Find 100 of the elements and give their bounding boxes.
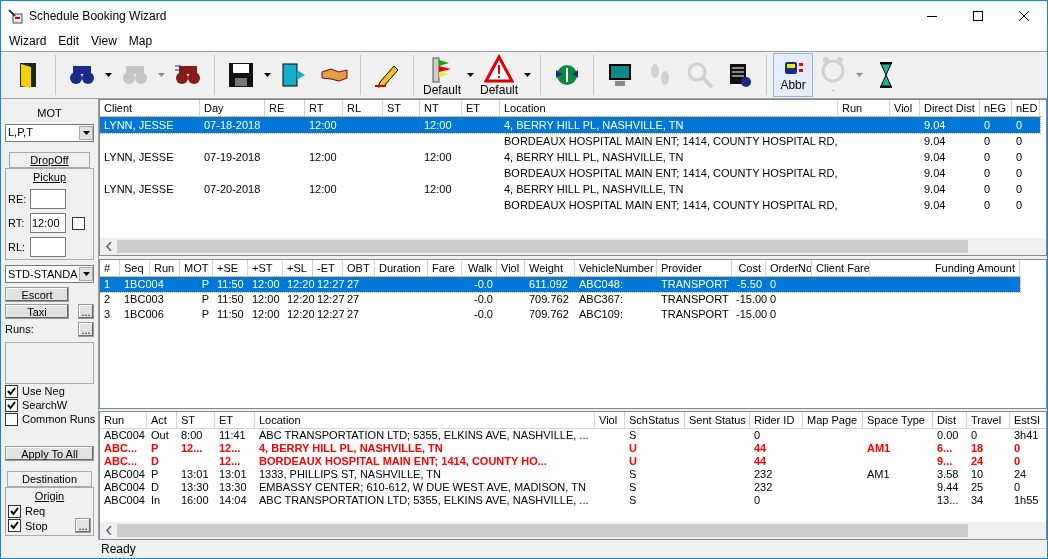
table-cell: 9.04 [924, 167, 946, 179]
table-cell: BORDEAUX HOSPITAL MAIN ENT; 1414, COUNTY HOSPITAL RD, [504, 167, 838, 179]
checkbox-label[interactable]: Stop [25, 518, 48, 533]
table-cell: 6... [937, 442, 953, 454]
menu-item[interactable]: Map [122, 32, 159, 50]
checkbox-label[interactable]: Req [25, 504, 46, 518]
table-row[interactable]: 1 1BC004 P 11:50 12:00 12:20 12:27 27 -0.0 611.092 ABC048: TRANSPORT -5.50 0 [100, 277, 1020, 292]
table-cell: 1h55 [1014, 494, 1039, 506]
checkbox[interactable] [5, 398, 18, 412]
column-header[interactable]: Dist [933, 412, 967, 429]
checkbox[interactable] [72, 216, 85, 230]
table-cell: -15.00 [736, 293, 768, 305]
table-cell: 709.762 [529, 308, 569, 320]
table-cell: P [151, 442, 159, 454]
table-row[interactable]: ABC... P 12... 12... 4, BERRY HILL PL, NASHVILLE, TN U 44 AM1 6... 18 0 [100, 442, 1046, 455]
table-row[interactable]: LYNN, JESSE 07-20-2018 12:00 12:00 4, BERRY HILL PL, NASHVILLE, TN 9.04 0 0 [100, 181, 1040, 197]
dropdown-arrow[interactable] [102, 73, 115, 77]
table-cell: P [151, 468, 159, 480]
table-row[interactable]: BORDEAUX HOSPITAL MAIN ENT; 1414, COUNTY HOSPITAL RD, 9.04 0 0 [100, 197, 1040, 213]
table-cell: LYNN, JESSE [104, 183, 174, 195]
table-row[interactable]: ABC004 Out 8:00 11:41 ABC TRANSPORTATION LTD; 5355, ELKINS AVE, NASHVILLE, ... S 0 0.00 0 3h41 [100, 429, 1046, 442]
checkbox[interactable] [8, 504, 21, 518]
column-header[interactable]: Location [255, 412, 595, 429]
column-header[interactable]: SchStatus [625, 412, 685, 429]
rt-field[interactable]: 12:00 [30, 213, 66, 233]
column-header[interactable]: Travel [967, 412, 1010, 429]
mot-dropdown[interactable]: L,P,T [5, 123, 94, 142]
checkbox-label[interactable]: SearchW [22, 398, 68, 412]
table-cell: 13:01 [181, 468, 209, 480]
table-cell: AM1 [867, 468, 890, 480]
table-cell: AM1 [867, 442, 891, 454]
column-header[interactable]: ET [215, 412, 255, 429]
magnifier-icon [685, 60, 716, 90]
table-cell: BORDEAUX HOSPITAL MAIN ENT; 1414, COUNTY HOSPITAL RD, [504, 199, 838, 211]
table-row[interactable]: ABC... D 12... BORDEAUX HOSPITAL MAIN ENT; 1414, COUNTY HO... U 44 9... 24 0 [100, 455, 1046, 468]
table-row[interactable]: LYNN, JESSE 07-19-2018 12:00 12:00 4, BERRY HILL PL, NASHVILLE, TN 9.04 0 0 [100, 149, 1040, 165]
column-header[interactable]: Map Page [803, 412, 863, 429]
table-row[interactable]: BORDEAUX HOSPITAL MAIN ENT; 1414, COUNTY HOSPITAL RD, 9.04 0 0 [100, 165, 1040, 181]
table-row[interactable]: ABC004 D 13:30 13:30 EMBASSY CENTER; 610-612, W DUE WEST AVE, MADISON, TN S 232 9.44 25 0 [100, 481, 1046, 494]
caret-icon [524, 73, 532, 77]
table-cell: P [201, 293, 209, 305]
table-cell: ABC109: [579, 308, 624, 320]
dropdown-arrow[interactable] [261, 73, 274, 77]
checkbox-label[interactable]: Use Neg [22, 384, 65, 398]
table-cell: 16:00 [181, 494, 209, 506]
toolbar-button[interactable]: Default [420, 53, 465, 97]
menu-item[interactable]: Edit [52, 32, 86, 50]
checkbox[interactable] [8, 519, 21, 532]
checkbox-label[interactable]: Common Runs [22, 412, 96, 426]
toolbar-button[interactable]: Abbr [773, 53, 814, 97]
table-row[interactable]: ABC004 P 13:01 13:01 1333, PHILLIPS ST, NASHVILLE, TN S 232 AM1 3.58 10 24 [100, 468, 1046, 481]
apply-to-all-button[interactable]: Apply To All [5, 445, 94, 461]
checkbox[interactable] [5, 384, 18, 398]
tab[interactable]: Pickup [33, 169, 66, 184]
more-button[interactable]: ... [75, 518, 91, 533]
table-cell: 25 [971, 481, 984, 493]
tab[interactable]: DropOff [9, 151, 90, 168]
re-field[interactable] [30, 189, 66, 209]
column-header[interactable]: Rider ID [750, 412, 803, 429]
toolbar-button[interactable]: Default [477, 53, 522, 97]
table-cell: 0 [1014, 442, 1021, 454]
table-cell: 12:00 [309, 151, 337, 163]
horizontal-scrollbar[interactable] [100, 522, 1046, 539]
table-cell: 232 [754, 481, 773, 493]
horizontal-scrollbar[interactable] [100, 238, 1046, 255]
tab[interactable]: Destination [7, 470, 92, 487]
column-header[interactable]: Act [147, 412, 177, 429]
table-row[interactable]: ABC004 In 16:00 14:04 ABC TRANSPORTATION LTD; 5355, ELKINS AVE, NASHVILLE, ... S 0 13... 34 1h55 [100, 494, 1046, 507]
rl-field[interactable] [30, 237, 66, 257]
table-cell: 12:27 [317, 308, 345, 320]
more-button[interactable]: ... [78, 321, 94, 337]
table-row[interactable]: BORDEAUX HOSPITAL MAIN ENT; 1414, COUNTY HOSPITAL RD, 9.04 0 0 [100, 133, 1040, 149]
column-header[interactable]: Viol [595, 412, 625, 429]
column-header[interactable]: Space Type [863, 412, 933, 429]
menu-item[interactable]: Wizard [3, 32, 53, 50]
table-row[interactable]: 2 1BC003 P 11:50 12:00 12:20 12:27 27 -0.0 709.762 ABC367: TRANSPORT -15.00 0 [100, 292, 1020, 307]
space-dropdown[interactable]: STD-STANDA [5, 265, 94, 283]
table-cell: P [201, 278, 209, 290]
table-cell: 9.04 [924, 199, 946, 211]
column-header[interactable]: Sent Status [685, 412, 750, 429]
scrollbar-thumb[interactable] [117, 524, 969, 537]
column-header[interactable]: EstSl [1010, 412, 1046, 429]
column-header[interactable]: ST [177, 412, 215, 429]
table-cell: 12:00 [424, 119, 452, 131]
table-cell: -0.0 [474, 278, 493, 290]
caret-icon [82, 272, 90, 276]
table-cell: 13... [937, 494, 959, 506]
table-row[interactable]: LYNN, JESSE 07-18-2018 12:00 12:00 4, BERRY HILL PL, NASHVILLE, TN 9.04 0 0 [100, 117, 1040, 133]
scrollbar-thumb[interactable] [117, 240, 969, 253]
more-button[interactable]: ... [78, 304, 94, 319]
menu-item[interactable]: View [85, 32, 123, 50]
column-header[interactable]: Run [100, 412, 147, 429]
table-cell: In [151, 494, 161, 506]
table-cell: 27 [347, 308, 360, 320]
table-cell: 0 [1016, 151, 1023, 163]
table-row[interactable]: 3 1BC006 P 11:50 12:00 12:20 12:27 27 -0.0 709.762 ABC109: TRANSPORT -15.00 0 [100, 307, 1020, 322]
escort-button[interactable]: Escort [5, 287, 69, 302]
checkbox[interactable] [5, 412, 18, 426]
taxi-button[interactable]: Taxi [5, 304, 69, 319]
tab[interactable]: Origin [34, 488, 65, 503]
